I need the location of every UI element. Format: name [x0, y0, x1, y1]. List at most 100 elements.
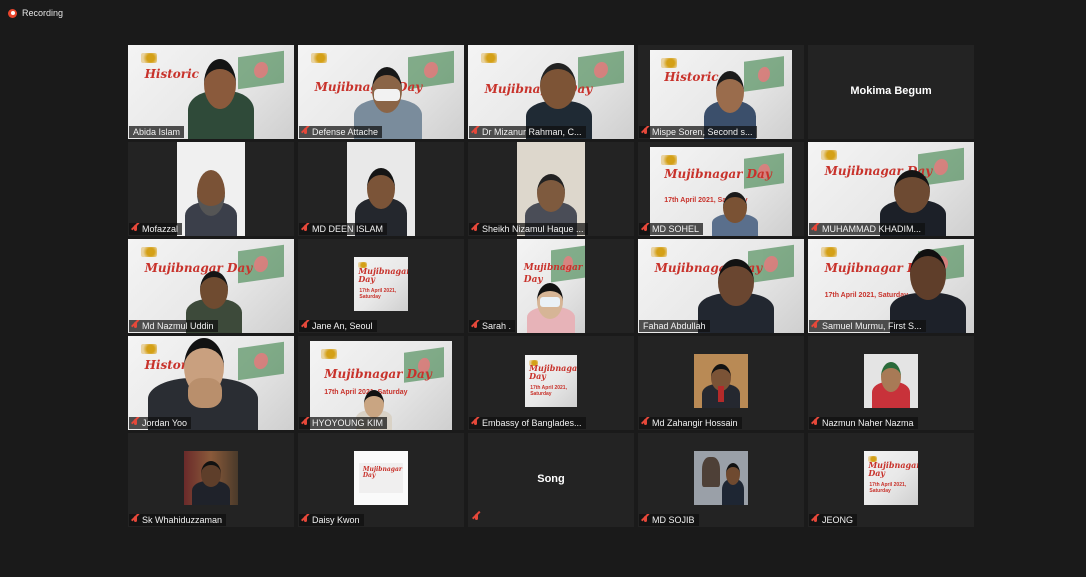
video-feed: Mujibnagar Day 17th April 2021, Saturday [808, 239, 974, 333]
participant-name-label: Sarah . [469, 320, 516, 332]
video-feed: Mujibnagar Day [517, 239, 585, 333]
participant-tile[interactable]: Mujibnagar Day 17th April 2021, Saturday… [638, 142, 804, 236]
participant-tile[interactable]: Mujibnagar Day MUHAMMAD KHADIM... [808, 142, 974, 236]
participant-name-label: Md Zahangir Hossain [639, 417, 742, 429]
muted-mic-icon [131, 321, 139, 331]
participant-name-label: MD SOHEL [639, 223, 704, 235]
participant-tile[interactable]: Sk Whahiduzzaman [128, 433, 294, 527]
participant-name-label: MD DEEN ISLAM [299, 223, 388, 235]
participant-name: Song [537, 473, 565, 485]
participant-tile[interactable]: Mokima Begum [808, 45, 974, 139]
participant-tile[interactable]: Mujibnagar Day Dr Mizanur Rahman, C... [468, 45, 634, 139]
participant-name-label: Sheikh Nizamul Haque ... [469, 223, 588, 235]
participant-name-label: Abida Islam [129, 126, 185, 138]
muted-mic-icon [301, 418, 309, 428]
muted-mic-icon [131, 418, 139, 428]
participant-tile[interactable]: Historic Jordan Yoo [128, 336, 294, 430]
participant-tile[interactable]: Mujibnagar Day Fahad Abdullah [638, 239, 804, 333]
muted-mic-icon [472, 514, 480, 523]
muted-mic-icon [471, 321, 479, 331]
logo-icon [321, 349, 338, 359]
participant-name-label: Nazmun Naher Nazma [809, 417, 918, 429]
muted-mic-icon [131, 515, 139, 525]
video-feed: Mujibnagar Day 17th April 2021, Saturday [864, 451, 918, 505]
muted-mic-icon [811, 321, 819, 331]
muted-mic-icon [811, 418, 819, 428]
muted-mic-icon [471, 224, 479, 234]
participant-grid: Historic Abida Islam Mujibnagar Day Defe… [128, 45, 974, 527]
participant-name-label: JEONG [809, 514, 858, 526]
muted-mic-icon [471, 418, 479, 428]
muted-mic-icon [301, 321, 309, 331]
participant-tile[interactable]: Song [468, 433, 634, 527]
participant-name-label: Md Nazmul Uddin [129, 320, 218, 332]
logo-icon [821, 247, 838, 258]
muted-mic-icon [811, 515, 819, 525]
muted-mic-icon [471, 127, 479, 137]
muted-mic-icon [641, 418, 649, 428]
logo-icon [481, 53, 498, 64]
participant-tile[interactable]: Mujibnagar Day 17th April 2021, Saturday… [808, 433, 974, 527]
participant-name-label: Defense Attache [299, 126, 383, 138]
participant-name-label: Mofazzal [129, 223, 183, 235]
muted-mic-icon [641, 224, 649, 234]
participant-tile[interactable]: Mujibnagar Day 17th April 2021, Saturday… [808, 239, 974, 333]
video-feed: Mujibnagar Day [354, 451, 408, 505]
participant-name-label: Daisy Kwon [299, 514, 364, 526]
video-feed: Historic [128, 336, 294, 430]
video-feed [864, 354, 918, 408]
participant-tile[interactable]: Mujibnagar Day Sarah . [468, 239, 634, 333]
participant-tile[interactable]: Mujibnagar Day 17th April 2021, Saturday… [298, 239, 464, 333]
participant-tile[interactable]: MD SOJIB [638, 433, 804, 527]
video-feed [347, 142, 415, 236]
participant-name-label: Samuel Murmu, First S... [809, 320, 926, 332]
participant-tile[interactable]: Mujibnagar Day Defense Attache [298, 45, 464, 139]
participant-tile[interactable]: Mujibnagar Day Daisy Kwon [298, 433, 464, 527]
video-feed [177, 142, 245, 236]
recording-label: Recording [22, 8, 64, 18]
muted-mic-icon [301, 515, 309, 525]
logo-icon [661, 155, 678, 165]
participant-tile[interactable]: Historic Mispe Soren, Second s... [638, 45, 804, 139]
logo-icon [141, 53, 158, 64]
logo-icon [661, 58, 678, 68]
participant-tile[interactable]: Mujibnagar Day 17th April 2021, Saturday… [468, 336, 634, 430]
video-feed [694, 354, 748, 408]
participant-name: Mokima Begum [850, 85, 932, 97]
muted-mic-icon [301, 224, 309, 234]
muted-mic-icon [641, 515, 649, 525]
muted-mic-icon [641, 127, 649, 137]
participant-name-label: MD SOJIB [639, 514, 699, 526]
participant-name-label: Jordan Yoo [129, 417, 192, 429]
video-feed: Historic [128, 45, 294, 139]
video-feed [517, 142, 585, 236]
participant-tile[interactable]: MD DEEN ISLAM [298, 142, 464, 236]
participant-name-label: Fahad Abdullah [639, 320, 710, 332]
logo-icon [821, 150, 838, 161]
video-feed: Mujibnagar Day 17th April 2021, Saturday [354, 257, 408, 311]
participant-tile[interactable]: Sheikh Nizamul Haque ... [468, 142, 634, 236]
video-feed: Mujibnagar Day [298, 45, 464, 139]
recording-indicator[interactable]: Recording [8, 6, 63, 20]
logo-icon [141, 247, 158, 258]
participant-name-label: Dr Mizanur Rahman, C... [469, 126, 586, 138]
video-feed: Mujibnagar Day [128, 239, 294, 333]
video-feed [184, 451, 238, 505]
participant-tile[interactable]: Mujibnagar Day Md Nazmul Uddin [128, 239, 294, 333]
participant-tile[interactable]: Mofazzal [128, 142, 294, 236]
video-feed: Mujibnagar Day [808, 142, 974, 236]
participant-tile[interactable]: Nazmun Naher Nazma [808, 336, 974, 430]
video-feed: Mujibnagar Day [468, 45, 634, 139]
participant-name-label: Mispe Soren, Second s... [639, 126, 757, 138]
logo-icon [651, 247, 668, 258]
muted-mic-icon [301, 127, 309, 137]
logo-icon [311, 53, 328, 64]
participant-tile[interactable]: Historic Abida Islam [128, 45, 294, 139]
video-feed: Mujibnagar Day [638, 239, 804, 333]
participant-name-label: Embassy of Banglades... [469, 417, 586, 429]
participant-name-label: MUHAMMAD KHADIM... [809, 223, 925, 235]
participant-name-label: Sk Whahiduzzaman [129, 514, 227, 526]
participant-tile[interactable]: Md Zahangir Hossain [638, 336, 804, 430]
participant-tile[interactable]: Mujibnagar Day 17th April 2021, Saturday… [298, 336, 464, 430]
muted-mic-icon [131, 224, 139, 234]
